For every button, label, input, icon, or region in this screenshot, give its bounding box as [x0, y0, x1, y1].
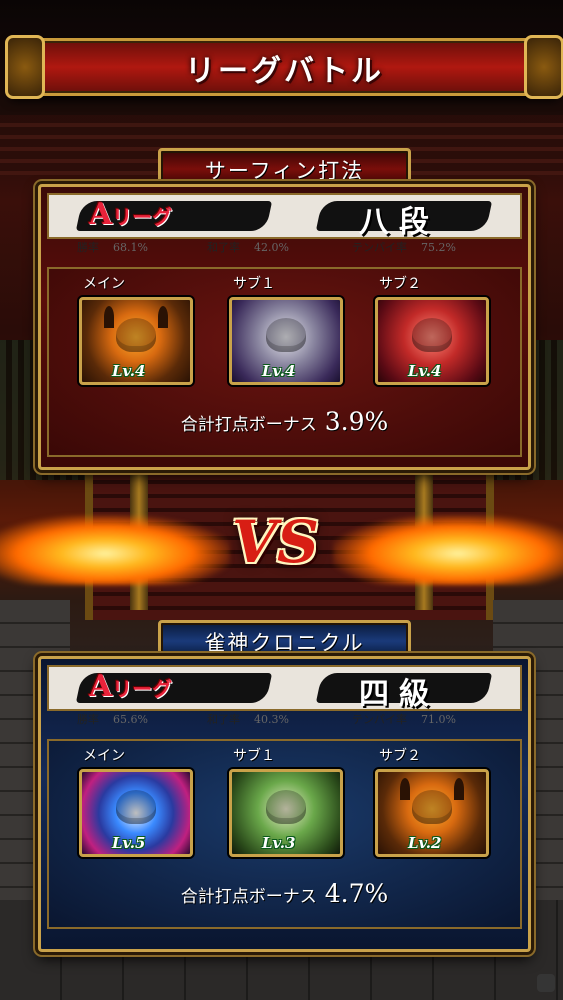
league-rank-row: Aリーグ 八段 — [47, 193, 522, 240]
team-info-frame: Aリーグ 四級 勝率 65.6% 和了率 40.3% テンパイ率 71.0% メイン … — [38, 656, 531, 952]
win-rate: 勝率 65.6% — [77, 711, 148, 727]
tenpai-rate-value: 75.2% — [421, 241, 456, 254]
bonus-value: 4.7% — [324, 879, 389, 908]
league-letter: A — [89, 669, 113, 704]
total-score-bonus: 合計打点ボーナス 4.7% — [49, 879, 520, 908]
watermark-icon — [537, 974, 555, 992]
horn-shape — [454, 778, 464, 800]
bonus-label: 合計打点ボーナス — [180, 415, 317, 435]
bonus-label: 合計打点ボーナス — [180, 887, 317, 907]
win-rate-value: 65.6% — [113, 713, 148, 726]
versus-label: VS — [232, 508, 319, 576]
green-haired-demon-icon[interactable]: Lv.3 — [229, 769, 343, 857]
boar-demon-icon[interactable]: Lv.4 — [375, 297, 489, 385]
horn-shape — [104, 306, 114, 328]
character-lineup: メイン Lv.5 サブ１ Lv.3 サブ２ Lv.2 合計打点ボーナス 4.7% — [47, 739, 522, 929]
agari-rate: 和了率 40.3% — [207, 711, 289, 727]
character-slot-sub1[interactable]: サブ１ Lv.4 — [229, 273, 345, 385]
right-fire-effect — [333, 515, 563, 585]
character-slot-main[interactable]: メイン Lv.5 — [79, 745, 195, 857]
face-shape — [266, 790, 306, 824]
agari-rate-label: 和了率 — [207, 241, 240, 254]
agari-rate-value: 42.0% — [254, 241, 289, 254]
horn-shape — [158, 306, 168, 328]
league-badge: Aリーグ — [89, 197, 172, 232]
slot-label: サブ１ — [233, 276, 275, 292]
character-slot-sub2[interactable]: サブ２ Lv.2 — [375, 745, 491, 857]
agari-rate-label: 和了率 — [207, 713, 240, 726]
character-slot-sub1[interactable]: サブ１ Lv.3 — [229, 745, 345, 857]
team-name: 雀神クロニクル — [204, 631, 365, 655]
agari-rate-value: 40.3% — [254, 713, 289, 726]
face-shape — [116, 790, 156, 824]
character-lineup: メイン Lv.4 サブ１ Lv.4 サブ２ Lv.4 合計打点ボーナス 3.9% — [47, 267, 522, 457]
slot-label: サブ１ — [233, 748, 275, 764]
player-rank: 八段 — [359, 205, 439, 240]
win-rate-label: 勝率 — [77, 713, 99, 726]
character-slot-sub2[interactable]: サブ２ Lv.4 — [375, 273, 491, 385]
win-rate-value: 68.1% — [113, 241, 148, 254]
horn-shape — [400, 778, 410, 800]
bonus-value: 3.9% — [324, 407, 389, 436]
slot-label: メイン — [83, 748, 125, 764]
left-fire-effect — [0, 515, 230, 585]
league-rank-row: Aリーグ 四級 — [47, 665, 522, 712]
league-letter: A — [89, 197, 113, 232]
win-rate-label: 勝率 — [77, 241, 99, 254]
league-battle-screen: リーグバトル サーフィン打法 Aリーグ 八段 勝率 68.1% 和了率 42.0% … — [0, 0, 563, 1000]
face-shape — [412, 790, 452, 824]
blue-dragon-icon[interactable]: Lv.5 — [79, 769, 193, 857]
slot-label: サブ２ — [379, 276, 421, 292]
slot-label: メイン — [83, 276, 125, 292]
character-level: Lv.4 — [112, 362, 146, 380]
league-label: リーグ — [112, 677, 173, 701]
character-level: Lv.2 — [408, 834, 442, 852]
agari-rate: 和了率 42.0% — [207, 239, 289, 255]
player-rank: 四級 — [359, 677, 439, 712]
slot-label: サブ２ — [379, 748, 421, 764]
screen-title-banner: リーグバトル — [5, 35, 563, 99]
tenpai-rate-label: テンパイ率 — [352, 241, 407, 254]
tenpai-rate-label: テンパイ率 — [352, 713, 407, 726]
stats-row: 勝率 68.1% 和了率 42.0% テンパイ率 75.2% — [47, 237, 522, 257]
horned-oni-icon[interactable]: Lv.2 — [375, 769, 489, 857]
team-name: サーフィン打法 — [204, 159, 365, 183]
character-level: Lv.5 — [112, 834, 146, 852]
character-slot-main[interactable]: メイン Lv.4 — [79, 273, 195, 385]
character-level: Lv.4 — [408, 362, 442, 380]
horned-oni-icon[interactable]: Lv.4 — [79, 297, 193, 385]
grey-demon-icon[interactable]: Lv.4 — [229, 297, 343, 385]
stats-row: 勝率 65.6% 和了率 40.3% テンパイ率 71.0% — [47, 709, 522, 729]
tenpai-rate: テンパイ率 71.0% — [352, 711, 456, 727]
character-level: Lv.4 — [262, 362, 296, 380]
win-rate: 勝率 68.1% — [77, 239, 148, 255]
face-shape — [266, 318, 306, 352]
face-shape — [412, 318, 452, 352]
face-shape — [116, 318, 156, 352]
character-level: Lv.3 — [262, 834, 296, 852]
league-badge: Aリーグ — [89, 669, 172, 704]
screen-title: リーグバトル — [185, 54, 384, 89]
tenpai-rate: テンパイ率 75.2% — [352, 239, 456, 255]
league-label: リーグ — [112, 205, 173, 229]
tenpai-rate-value: 71.0% — [421, 713, 456, 726]
total-score-bonus: 合計打点ボーナス 3.9% — [49, 407, 520, 436]
team-info-frame: Aリーグ 八段 勝率 68.1% 和了率 42.0% テンパイ率 75.2% メイン … — [38, 184, 531, 470]
